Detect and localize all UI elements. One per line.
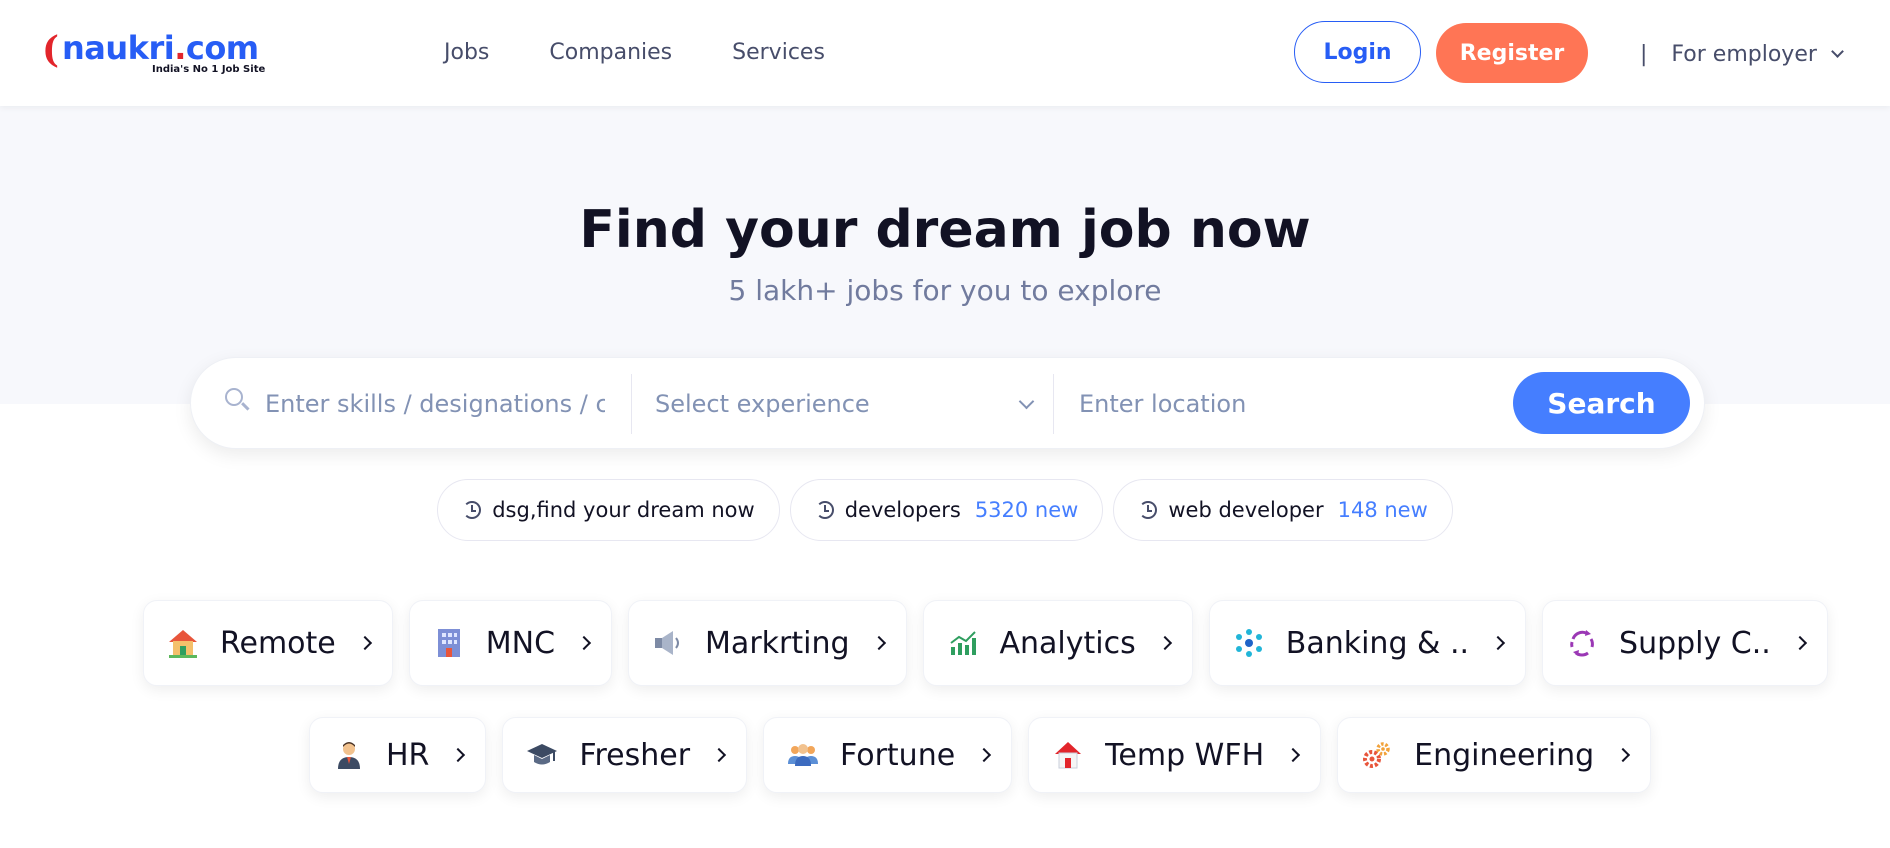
naukri-logo[interactable]: ( naukri.com India's No 1 Job Site xyxy=(42,30,272,76)
category-row-1: Remote MNC Markrting Analytics Banking &… xyxy=(143,600,1828,686)
chevron-right-icon xyxy=(1792,635,1807,651)
recent-search-text: web developer xyxy=(1168,498,1324,522)
header-separator: | xyxy=(1640,42,1648,67)
recent-search-chip[interactable]: developers 5320 new xyxy=(789,479,1104,541)
naukri-home-page: ( naukri.com India's No 1 Job Site Jobs … xyxy=(0,0,1890,848)
house-icon xyxy=(166,626,200,660)
logo-swoosh-icon: ( xyxy=(42,29,60,71)
job-search-bar: Select experience Search xyxy=(190,357,1705,449)
recent-search-text: dsg,find your dream now xyxy=(492,498,755,522)
skills-input[interactable] xyxy=(265,384,605,424)
nav-services[interactable]: Services xyxy=(732,40,825,65)
category-row-2: HR Fresher Fortune Temp WFH Engineering xyxy=(309,717,1652,793)
group-icon xyxy=(786,738,820,772)
cycle-icon xyxy=(1565,626,1599,660)
experience-placeholder: Select experience xyxy=(655,390,870,418)
category-label: Fresher xyxy=(579,737,691,773)
chevron-right-icon xyxy=(977,747,992,763)
top-header: ( naukri.com India's No 1 Job Site Jobs … xyxy=(0,0,1890,106)
home-icon xyxy=(1051,738,1085,772)
gears-icon xyxy=(1360,738,1394,772)
category-chip-marketing[interactable]: Markrting xyxy=(628,600,907,686)
recent-search-chip[interactable]: dsg,find your dream now xyxy=(437,479,780,541)
speaker-icon xyxy=(651,626,685,660)
category-label: Markrting xyxy=(705,625,850,661)
history-icon xyxy=(1138,500,1158,520)
graduation-cap-icon xyxy=(525,738,559,772)
chevron-down-icon xyxy=(1831,45,1844,58)
nav-companies[interactable]: Companies xyxy=(549,40,672,65)
category-label: Temp WFH xyxy=(1105,737,1265,773)
new-jobs-count: 5320 new xyxy=(974,498,1079,522)
nav-jobs[interactable]: Jobs xyxy=(444,40,489,65)
history-icon xyxy=(462,500,482,520)
category-chip-banking[interactable]: Banking & .. xyxy=(1208,600,1527,686)
logo-wordmark: naukri.com xyxy=(62,29,259,67)
category-label: MNC xyxy=(485,625,556,661)
recent-search-text: developers xyxy=(844,498,961,522)
chevron-right-icon xyxy=(1286,747,1301,763)
category-label: HR xyxy=(386,737,430,773)
chevron-right-icon xyxy=(576,635,592,651)
login-button[interactable]: Login xyxy=(1294,21,1421,83)
experience-select[interactable]: Select experience xyxy=(655,384,1055,424)
for-employer-dropdown[interactable]: | For employer xyxy=(1640,42,1844,67)
category-chip-hr[interactable]: HR xyxy=(309,717,487,793)
chevron-right-icon xyxy=(1490,635,1506,651)
category-label: Fortune xyxy=(840,737,956,773)
category-label: Supply C.. xyxy=(1619,625,1771,661)
recent-searches: dsg,find your dream now developers 5320 … xyxy=(0,479,1890,541)
category-label: Analytics xyxy=(999,625,1136,661)
category-chip-temp-wfh[interactable]: Temp WFH xyxy=(1028,717,1322,793)
category-label: Remote xyxy=(220,625,336,661)
building-icon xyxy=(432,626,466,660)
search-button[interactable]: Search xyxy=(1513,372,1690,434)
hero-title: Find your dream job now xyxy=(579,200,1311,260)
chevron-right-icon xyxy=(711,747,727,763)
category-chip-fresher[interactable]: Fresher xyxy=(502,717,748,793)
category-chip-analytics[interactable]: Analytics xyxy=(922,600,1193,686)
search-icon xyxy=(225,388,251,414)
category-chip-supply-chain[interactable]: Supply C.. xyxy=(1542,600,1828,686)
category-chip-engineering[interactable]: Engineering xyxy=(1337,717,1652,793)
hero-subtitle: 5 lakh+ jobs for you to explore xyxy=(728,274,1162,307)
person-icon xyxy=(332,738,366,772)
chart-icon xyxy=(946,626,980,660)
category-label: Engineering xyxy=(1414,737,1595,773)
category-chip-remote[interactable]: Remote xyxy=(143,600,393,686)
category-chip-fortune[interactable]: Fortune xyxy=(763,717,1013,793)
chevron-right-icon xyxy=(1157,635,1172,651)
logo-tagline: India's No 1 Job Site xyxy=(152,64,266,75)
register-button[interactable]: Register xyxy=(1436,23,1588,83)
history-icon xyxy=(815,500,835,520)
chevron-right-icon xyxy=(357,635,372,651)
network-icon xyxy=(1232,626,1266,660)
chevron-right-icon xyxy=(871,635,886,651)
chevron-right-icon xyxy=(1616,747,1631,763)
category-chip-mnc[interactable]: MNC xyxy=(408,600,613,686)
location-input[interactable] xyxy=(1079,384,1479,424)
recent-search-chip[interactable]: web developer 148 new xyxy=(1113,479,1453,541)
for-employer-label: For employer xyxy=(1671,42,1817,67)
new-jobs-count: 148 new xyxy=(1337,498,1428,522)
search-divider xyxy=(1053,374,1054,434)
main-nav: Jobs Companies Services xyxy=(444,40,825,65)
search-divider xyxy=(631,374,632,434)
chevron-right-icon xyxy=(451,747,466,763)
category-label: Banking & .. xyxy=(1285,625,1470,661)
